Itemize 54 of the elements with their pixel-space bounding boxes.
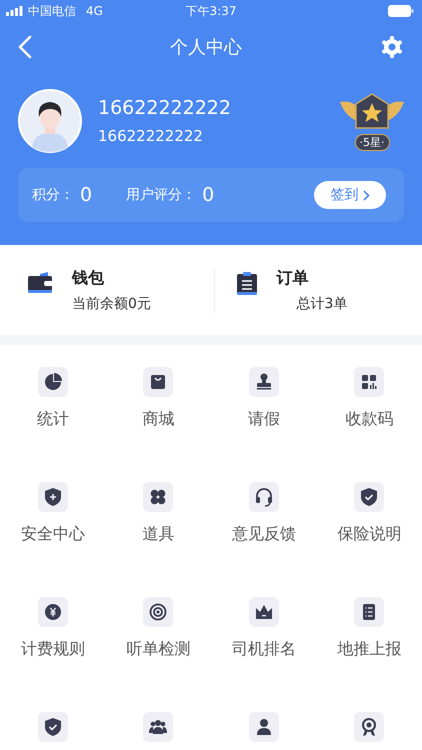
shield-plus-icon[interactable]: [38, 482, 68, 512]
target-icon[interactable]: [143, 597, 174, 627]
signal-icon: [6, 6, 24, 16]
network-type: 4G: [86, 4, 103, 18]
summary-item[interactable]: 订单 总计3单: [214, 268, 422, 312]
settings-icon[interactable]: [380, 35, 404, 59]
stamp-icon[interactable]: [248, 367, 279, 397]
menu-label[interactable]: 计费规则: [20, 639, 85, 660]
back-icon[interactable]: [18, 35, 32, 59]
menu-label[interactable]: 意见反馈: [232, 524, 296, 545]
menu-label[interactable]: 请假: [248, 409, 280, 430]
summary-title: 订单: [276, 268, 310, 288]
menu-label[interactable]: 保险说明: [337, 524, 402, 545]
avatar: [18, 89, 82, 153]
bag-icon[interactable]: [143, 367, 174, 397]
pie-chart-icon[interactable]: [38, 367, 68, 397]
check-in-button[interactable]: 签到: [314, 181, 386, 209]
phone-number: 16622222222: [98, 127, 204, 145]
shield-check-icon[interactable]: [38, 712, 68, 742]
list-icon[interactable]: [354, 597, 384, 627]
carrier-name: 中国电信: [28, 2, 76, 20]
qr-code-icon[interactable]: [354, 367, 384, 397]
group-icon[interactable]: [143, 712, 174, 742]
stat-label: 用户评分：: [126, 186, 196, 204]
clipboard-icon: [236, 272, 256, 296]
summary-subtitle: 当前余额0元: [72, 294, 151, 312]
status-time: 下午3:37: [186, 2, 236, 20]
menu-label[interactable]: 统计: [36, 409, 69, 430]
level-badge: ·5星·: [354, 134, 390, 150]
clover-icon[interactable]: [143, 482, 174, 512]
menu-label[interactable]: 收款码: [345, 409, 394, 430]
stat-value: 0: [202, 184, 214, 206]
menu-label[interactable]: 道具: [142, 524, 174, 545]
page-title: 个人中心: [170, 36, 242, 59]
award-icon[interactable]: [354, 712, 384, 742]
wallet-icon: [28, 272, 52, 294]
menu-label[interactable]: 地推上报: [337, 639, 402, 660]
menu-label[interactable]: 听单检测: [126, 639, 190, 660]
shield-check-icon[interactable]: [354, 482, 384, 512]
stat-label: 积分：: [32, 186, 74, 204]
summary-item[interactable]: 钱包 当前余额0元: [0, 268, 214, 312]
battery-icon: [388, 5, 414, 17]
headset-icon[interactable]: [248, 482, 279, 512]
summary-title: 钱包: [72, 268, 105, 288]
chevron-icon: [362, 190, 370, 200]
yuan-coin-icon[interactable]: [38, 597, 68, 627]
summary-subtitle: 总计3单: [296, 294, 348, 312]
user-name: 16622222222: [98, 97, 232, 119]
stat-value: 0: [80, 184, 92, 206]
menu-label[interactable]: 司机排名: [232, 639, 296, 660]
menu-label[interactable]: 安全中心: [20, 524, 85, 545]
crown-icon[interactable]: [248, 597, 279, 627]
person-icon[interactable]: [248, 712, 279, 742]
menu-label[interactable]: 商城: [142, 409, 174, 430]
